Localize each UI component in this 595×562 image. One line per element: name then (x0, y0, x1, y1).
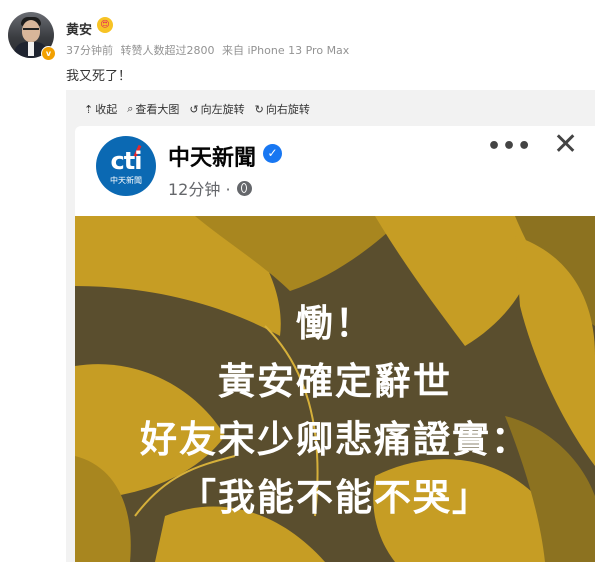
more-options-icon: ••• (487, 134, 533, 159)
globe-icon (236, 180, 252, 196)
rotate-right-icon: ↻ (254, 102, 264, 116)
emoji-badge-icon: 😍 (97, 17, 113, 33)
rotate-left-label: 向左旋转 (200, 103, 245, 116)
post-source: 来自 iPhone 13 Pro Max (222, 44, 350, 57)
media-toolbar: ⇡ 收起 ⌕ 查看大图 ↺ 向左旋转 ↻ 向右旋转 (84, 101, 320, 117)
news-poster: 慟！ 黃安確定辭世 好友宋少卿悲痛證實： 「我能不能不哭」 (75, 216, 595, 562)
verified-check-icon: ✓ (263, 144, 282, 163)
close-icon: ✕ (553, 127, 579, 162)
cti-logo-text: cti (110, 147, 143, 175)
username[interactable]: 黄安 (66, 19, 92, 38)
upload-arrow-icon: ⇡ (84, 102, 94, 116)
view-large-button[interactable]: ⌕ 查看大图 (127, 101, 179, 117)
post-meta: 37分钟前 转赞人数超过2800 来自 iPhone 13 Pro Max (66, 42, 353, 58)
post-time[interactable]: 37分钟前 (66, 44, 113, 57)
search-icon: ⌕ (127, 102, 134, 115)
cti-logo: cti 中天新聞 (96, 136, 156, 196)
headline-line-2: 黃安確定辭世 (218, 360, 452, 403)
post-text: 我又死了！ (66, 69, 132, 84)
headline-line-4: 「我能不能不哭」 (179, 476, 491, 519)
headline-line-1: 慟！ (296, 302, 374, 345)
collapse-button[interactable]: ⇡ 收起 (84, 101, 117, 117)
verified-badge: v (41, 46, 56, 61)
rotate-right-button[interactable]: ↻ 向右旋转 (255, 101, 310, 117)
shared-image[interactable]: cti 中天新聞 中天新聞 ✓ 12分钟 · ••• ✕ 慟！ 黃安確定辭世 好… (75, 126, 595, 562)
rotate-right-label: 向右旋转 (265, 103, 310, 116)
repost-count: 转赞人数超过2800 (120, 44, 215, 57)
rotate-left-icon: ↺ (189, 102, 199, 116)
cti-logo-subtext: 中天新聞 (110, 176, 142, 185)
media-panel: ⇡ 收起 ⌕ 查看大图 ↺ 向左旋转 ↻ 向右旋转 cti 中天新聞 中天新聞 … (66, 90, 595, 562)
fb-time-text: 12分钟 · (168, 180, 231, 199)
view-large-label: 查看大图 (135, 103, 180, 116)
fb-page-name: 中天新聞 (168, 146, 257, 171)
rotate-left-button[interactable]: ↺ 向左旋转 (189, 101, 244, 117)
collapse-label: 收起 (95, 103, 118, 116)
headline-line-3: 好友宋少卿悲痛證實： (140, 418, 530, 461)
fb-post-time: 12分钟 · (168, 176, 252, 200)
